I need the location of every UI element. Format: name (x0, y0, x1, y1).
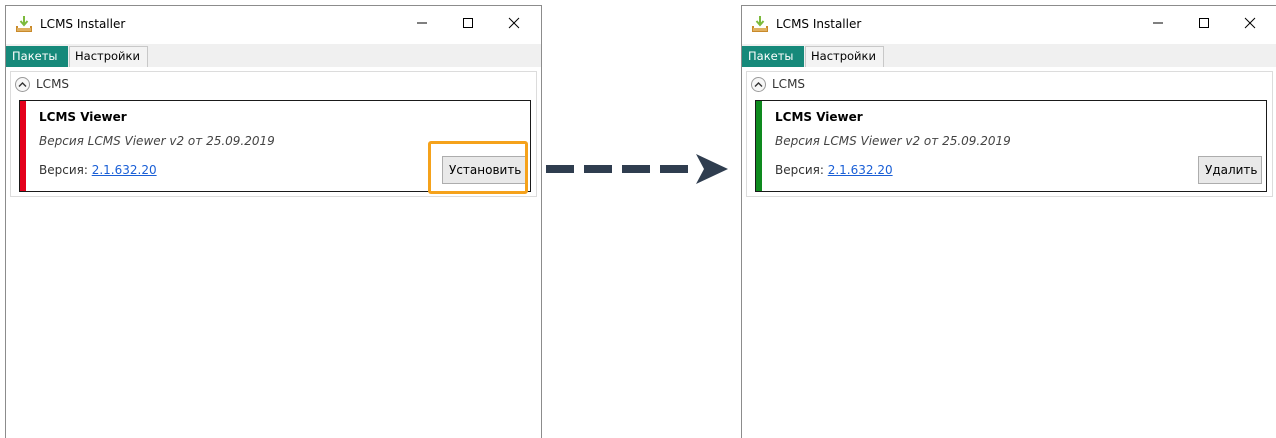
tab-content: LCMS LCMS Viewer Версия LCMS Viewer v2 о… (6, 67, 541, 438)
tab-settings[interactable]: Настройки (805, 46, 884, 67)
package-version: Версия: 2.1.632.20 (775, 163, 893, 177)
tab-settings[interactable]: Настройки (69, 46, 148, 67)
maximize-button[interactable] (1181, 6, 1227, 40)
minimize-icon (417, 22, 427, 24)
tab-strip: Пакеты Настройки (6, 44, 541, 67)
collapse-button[interactable] (751, 76, 766, 92)
maximize-icon (1199, 18, 1209, 28)
close-button[interactable] (1227, 6, 1273, 40)
status-stripe-installed (756, 101, 762, 191)
installer-download-icon (752, 16, 768, 32)
version-label: Версия: (775, 163, 828, 177)
maximize-button[interactable] (445, 6, 491, 40)
title-bar[interactable]: LCMS Installer (6, 6, 541, 44)
package-title: LCMS Viewer (39, 110, 127, 124)
package-description: Версия LCMS Viewer v2 от 25.09.2019 (39, 134, 275, 148)
install-button[interactable]: Установить (442, 156, 526, 184)
package-card: LCMS Viewer Версия LCMS Viewer v2 от 25.… (755, 100, 1267, 192)
group-header[interactable]: LCMS (15, 75, 69, 93)
package-card: LCMS Viewer Версия LCMS Viewer v2 от 25.… (19, 100, 531, 192)
package-group: LCMS LCMS Viewer Версия LCMS Viewer v2 о… (10, 71, 537, 197)
screenshot-canvas: LCMS Installer Пакеты Настройки LCMS LCM… (0, 0, 1276, 438)
close-icon (1244, 17, 1256, 29)
dashed-arrow-right-icon (546, 154, 728, 184)
installer-window-before: LCMS Installer Пакеты Настройки LCMS LCM… (5, 5, 542, 438)
minimize-button[interactable] (399, 6, 445, 40)
version-link[interactable]: 2.1.632.20 (828, 163, 893, 177)
remove-button[interactable]: Удалить (1198, 156, 1262, 184)
minimize-button[interactable] (1135, 6, 1181, 40)
package-description: Версия LCMS Viewer v2 от 25.09.2019 (775, 134, 1011, 148)
package-group: LCMS LCMS Viewer Версия LCMS Viewer v2 о… (746, 71, 1273, 197)
chevron-up-icon (754, 81, 763, 87)
tab-packages[interactable]: Пакеты (6, 46, 68, 67)
collapse-button[interactable] (15, 76, 30, 92)
close-button[interactable] (491, 6, 537, 40)
maximize-icon (463, 18, 473, 28)
close-icon (508, 17, 520, 29)
version-label: Версия: (39, 163, 92, 177)
tab-strip: Пакеты Настройки (742, 44, 1276, 67)
minimize-icon (1153, 22, 1163, 24)
window-title: LCMS Installer (40, 17, 126, 31)
status-stripe-not-installed (20, 101, 26, 191)
version-link[interactable]: 2.1.632.20 (92, 163, 157, 177)
group-label: LCMS (36, 77, 70, 91)
chevron-up-icon (18, 81, 27, 87)
tab-content: LCMS LCMS Viewer Версия LCMS Viewer v2 о… (742, 67, 1276, 438)
group-label: LCMS (772, 77, 806, 91)
title-bar[interactable]: LCMS Installer (742, 6, 1276, 44)
installer-download-icon (16, 16, 32, 32)
installer-window-after: LCMS Installer Пакеты Настройки LCMS LCM… (741, 5, 1276, 438)
window-title: LCMS Installer (776, 17, 862, 31)
group-header[interactable]: LCMS (751, 75, 805, 93)
package-version: Версия: 2.1.632.20 (39, 163, 157, 177)
package-title: LCMS Viewer (775, 110, 863, 124)
tab-packages[interactable]: Пакеты (742, 46, 804, 67)
